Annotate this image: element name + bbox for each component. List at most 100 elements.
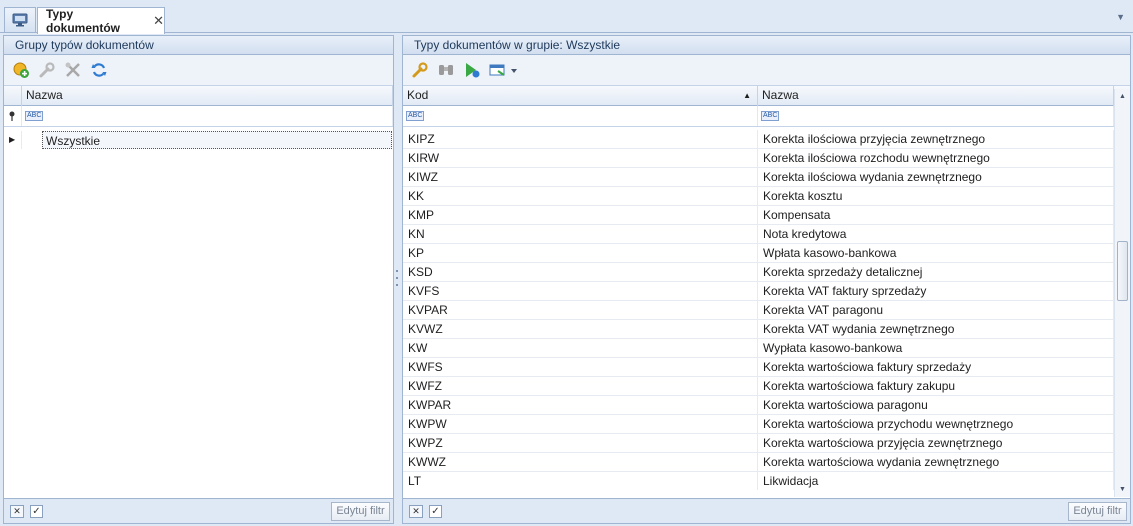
code-cell[interactable]: KVPAR: [403, 301, 758, 319]
clear-filter-button[interactable]: ✕: [409, 505, 423, 518]
code-cell[interactable]: KWWZ: [403, 453, 758, 471]
list-item[interactable]: ▶ Wszystkie: [4, 131, 393, 150]
table-row[interactable]: KWFS Korekta wartościowa faktury sprzedaż…: [403, 358, 1114, 377]
refresh-icon: [91, 63, 107, 77]
code-cell[interactable]: KWPZ: [403, 434, 758, 452]
table-row[interactable]: KP Wpłata kasowo-bankowa: [403, 244, 1114, 263]
edit-filter-button[interactable]: Edytuj filtr: [1068, 502, 1127, 521]
table-row[interactable]: KWPW Korekta wartościowa przychodu wewnęt…: [403, 415, 1114, 434]
name-cell[interactable]: Korekta wartościowa faktury sprzedaży: [758, 358, 1114, 376]
filter-pin-icon: [4, 106, 22, 126]
add-icon: [13, 62, 29, 78]
name-cell[interactable]: Korekta wartościowa przyjęcia zewnętrzne…: [758, 434, 1114, 452]
name-cell[interactable]: Kompensata: [758, 206, 1114, 224]
delete-tools-icon: [65, 62, 80, 77]
left-filter-row: ABC: [4, 106, 393, 127]
name-cell[interactable]: Korekta kosztu: [758, 187, 1114, 205]
tab-overflow-icon[interactable]: ▼: [1116, 12, 1125, 22]
code-cell[interactable]: KWPW: [403, 415, 758, 433]
table-row[interactable]: KSD Korekta sprzedaży detalicznej: [403, 263, 1114, 282]
name-cell[interactable]: Korekta VAT paragonu: [758, 301, 1114, 319]
edit-type-button[interactable]: [409, 59, 431, 81]
group-name-cell[interactable]: Wszystkie: [42, 131, 392, 149]
tab-document-types[interactable]: Typy dokumentów ✕: [37, 7, 165, 35]
delete-group-button[interactable]: [62, 59, 84, 81]
table-row[interactable]: KW Wypłata kasowo-bankowa: [403, 339, 1114, 358]
document-tab-strip: Typy dokumentów ✕ ▼: [0, 0, 1133, 35]
code-cell[interactable]: KW: [403, 339, 758, 357]
filter-enabled-checkbox[interactable]: ✓: [429, 505, 442, 518]
code-cell[interactable]: KIRW: [403, 149, 758, 167]
edit-wrench-icon: [39, 62, 55, 78]
table-row[interactable]: KVWZ Korekta VAT wydania zewnętrznego: [403, 320, 1114, 339]
filter-code-input[interactable]: ABC: [403, 106, 758, 126]
vertical-scrollbar[interactable]: ▲ ▼: [1114, 89, 1130, 497]
add-group-button[interactable]: [10, 59, 32, 81]
table-row[interactable]: KK Korekta kosztu: [403, 187, 1114, 206]
name-cell[interactable]: Korekta wartościowa paragonu: [758, 396, 1114, 414]
name-cell[interactable]: Korekta wartościowa faktury zakupu: [758, 377, 1114, 395]
panel-splitter[interactable]: [396, 270, 399, 286]
filter-name-input[interactable]: ABC: [758, 106, 1114, 126]
left-footer: ✕ ✓ Edytuj filtr: [4, 498, 393, 523]
export-dropdown-button[interactable]: [487, 59, 521, 81]
name-cell[interactable]: Korekta ilościowa przyjęcia zewnętrznego: [758, 130, 1114, 148]
code-cell[interactable]: KSD: [403, 263, 758, 281]
column-header-code[interactable]: Kod ▲: [403, 86, 758, 106]
table-row[interactable]: KVFS Korekta VAT faktury sprzedaży: [403, 282, 1114, 301]
refresh-button[interactable]: [88, 59, 110, 81]
table-row[interactable]: KMP Kompensata: [403, 206, 1114, 225]
edit-filter-button[interactable]: Edytuj filtr: [331, 502, 390, 521]
name-cell[interactable]: Wypłata kasowo-bankowa: [758, 339, 1114, 357]
code-cell[interactable]: KWPAR: [403, 396, 758, 414]
table-row[interactable]: KIRW Korekta ilościowa rozchodu wewnętrzn…: [403, 149, 1114, 168]
table-row[interactable]: KWPZ Korekta wartościowa przyjęcia zewnęt…: [403, 434, 1114, 453]
code-cell[interactable]: KIPZ: [403, 130, 758, 148]
edit-group-button[interactable]: [36, 59, 58, 81]
code-cell[interactable]: KVFS: [403, 282, 758, 300]
code-cell[interactable]: KP: [403, 244, 758, 262]
clear-filter-button[interactable]: ✕: [10, 505, 24, 518]
code-cell[interactable]: LT: [403, 472, 758, 490]
scroll-up-icon[interactable]: ▲: [1115, 89, 1130, 104]
code-cell[interactable]: KN: [403, 225, 758, 243]
name-cell[interactable]: Likwidacja: [758, 472, 1114, 490]
code-cell[interactable]: KK: [403, 187, 758, 205]
name-cell[interactable]: Wpłata kasowo-bankowa: [758, 244, 1114, 262]
code-cell[interactable]: KWFZ: [403, 377, 758, 395]
code-cell[interactable]: KMP: [403, 206, 758, 224]
name-cell[interactable]: Korekta ilościowa wydania zewnętrznego: [758, 168, 1114, 186]
name-cell[interactable]: Korekta wartościowa wydania zewnętrznego: [758, 453, 1114, 471]
right-toolbar: [403, 55, 1130, 86]
table-row[interactable]: KWFZ Korekta wartościowa faktury zakupu: [403, 377, 1114, 396]
code-cell[interactable]: KVWZ: [403, 320, 758, 338]
name-cell[interactable]: Korekta ilościowa rozchodu wewnętrznego: [758, 149, 1114, 167]
right-footer: ✕ ✓ Edytuj filtr: [403, 498, 1130, 523]
table-row[interactable]: KVPAR Korekta VAT paragonu: [403, 301, 1114, 320]
column-header-name[interactable]: Nazwa: [22, 86, 393, 106]
table-row[interactable]: KWWZ Korekta wartościowa wydania zewnętrz…: [403, 453, 1114, 472]
scroll-down-icon[interactable]: ▼: [1115, 482, 1130, 497]
code-cell[interactable]: KWFS: [403, 358, 758, 376]
preview-button[interactable]: [435, 59, 457, 81]
name-cell[interactable]: Korekta wartościowa przychodu wewnętrzne…: [758, 415, 1114, 433]
name-cell[interactable]: Korekta VAT wydania zewnętrznego: [758, 320, 1114, 338]
desktop-tab[interactable]: [4, 7, 36, 32]
table-row[interactable]: KN Nota kredytowa: [403, 225, 1114, 244]
name-cell[interactable]: Nota kredytowa: [758, 225, 1114, 243]
close-tab-icon[interactable]: ✕: [153, 13, 164, 29]
table-row[interactable]: KIPZ Korekta ilościowa przyjęcia zewnętrz…: [403, 130, 1114, 149]
table-row[interactable]: KIWZ Korekta ilościowa wydania zewnętrzne…: [403, 168, 1114, 187]
run-button[interactable]: [461, 59, 483, 81]
code-cell[interactable]: KIWZ: [403, 168, 758, 186]
scrollbar-thumb[interactable]: [1117, 241, 1128, 301]
filter-enabled-checkbox[interactable]: ✓: [30, 505, 43, 518]
table-row[interactable]: KWPAR Korekta wartościowa paragonu: [403, 396, 1114, 415]
table-row[interactable]: LT Likwidacja: [403, 472, 1114, 490]
name-cell[interactable]: Korekta VAT faktury sprzedaży: [758, 282, 1114, 300]
document-type-groups-panel: Grupy typów dokumentów Nazwa ABC ▶ Wszys…: [3, 35, 394, 524]
binoculars-icon: [439, 65, 453, 75]
column-header-name[interactable]: Nazwa: [758, 86, 1114, 106]
name-cell[interactable]: Korekta sprzedaży detalicznej: [758, 263, 1114, 281]
filter-name-input[interactable]: ABC: [22, 106, 393, 126]
